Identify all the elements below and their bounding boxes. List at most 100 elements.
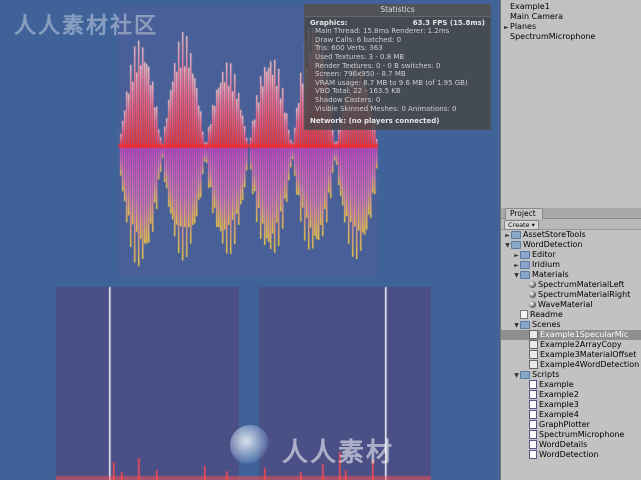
project-item-worddetection[interactable]: ▼ WordDetection — [501, 240, 641, 250]
statistics-title: Statistics — [305, 5, 490, 17]
project-item-assetstoretools[interactable]: ► AssetStoreTools — [501, 230, 641, 240]
project-tab-bar: Project — [501, 208, 641, 219]
project-item-label: Example4WordDetection — [540, 360, 640, 369]
stat-line: Used Textures: 3 - 0.8 MB — [315, 52, 405, 61]
script-icon — [529, 420, 537, 429]
project-item-materials[interactable]: ▼ Materials — [501, 270, 641, 280]
script-icon — [529, 400, 537, 409]
hierarchy-item-main-camera[interactable]: Main Camera — [501, 12, 641, 22]
project-item-spectrummaterialright[interactable]: SpectrumMaterialRight — [501, 290, 641, 300]
document-icon — [520, 310, 528, 319]
hierarchy-item-label: Planes — [510, 22, 537, 31]
scene-icon — [529, 330, 538, 339]
project-item-label: Example — [539, 380, 574, 389]
project-item-scenes[interactable]: ▼ Scenes — [501, 320, 641, 330]
hierarchy-item-planes[interactable]: ►Planes — [501, 22, 641, 32]
statistics-panel: Statistics Graphics: 63.3 FPS (15.8ms) M… — [304, 4, 491, 130]
network-status: Network: (no players connected) — [310, 117, 440, 126]
stat-line: VBO Total: 22 - 163.5 KB — [315, 87, 401, 96]
game-view[interactable]: 人人素材社区 人人素材 Statistics Graphics: 63.3 FP… — [0, 0, 500, 480]
project-item-worddetails[interactable]: WordDetails — [501, 440, 641, 450]
project-item-label: Iridium — [532, 260, 561, 269]
project-item-scripts[interactable]: ▼ Scripts — [501, 370, 641, 380]
hierarchy-item-example1[interactable]: Example1 — [501, 2, 641, 12]
project-item-label: Example3 — [539, 400, 579, 409]
folder-icon — [511, 230, 521, 239]
project-item-example4[interactable]: Example4 — [501, 410, 641, 420]
stat-line: Draw Calls: 6 batched: 0 — [315, 35, 402, 44]
project-item-label: GraphPlotter — [539, 420, 590, 429]
hierarchy-item-spectrum-microphone[interactable]: SpectrumMicrophone — [501, 32, 641, 42]
stat-line: Main Thread: 15.8ms Renderer: 1.2ms — [315, 27, 450, 36]
script-icon — [529, 440, 537, 449]
project-item-label: Readme — [530, 310, 563, 319]
project-item-label: Scripts — [532, 370, 560, 379]
scene-icon — [529, 360, 538, 369]
folder-icon — [520, 260, 530, 269]
project-item-label: Scenes — [532, 320, 561, 329]
project-item-label: WordDetails — [539, 440, 588, 449]
graphics-row: Graphics: 63.3 FPS (15.8ms) — [310, 19, 485, 28]
scene-icon — [529, 340, 538, 349]
material-sphere-icon — [529, 281, 536, 288]
stat-line: Render Textures: 0 - 0 B switches: 0 — [315, 61, 441, 70]
script-icon — [529, 380, 537, 389]
project-item-label: WaveMaterial — [538, 300, 593, 309]
project-item-label: Materials — [532, 270, 569, 279]
script-icon — [529, 430, 537, 439]
project-item-label: WordDetection — [539, 450, 599, 459]
project-item-example[interactable]: Example — [501, 380, 641, 390]
project-item-example4worddetection[interactable]: Example4WordDetection — [501, 360, 641, 370]
folder-icon — [520, 370, 530, 379]
project-tab-label: Project — [510, 209, 536, 218]
watermark-logo-icon — [230, 425, 270, 465]
project-item-label: SpectrumMaterialLeft — [538, 280, 625, 289]
script-icon — [529, 410, 537, 419]
project-item-label: Example3MaterialOffset — [540, 350, 637, 359]
project-tree: ► AssetStoreTools ▼ WordDetection ► Editor ► Ir… — [501, 230, 641, 460]
project-item-example2arraycopy[interactable]: Example2ArrayCopy — [501, 340, 641, 350]
project-panel: Project Create ▾ ► AssetStoreTools ▼ WordDe… — [500, 208, 641, 480]
graphics-label: Graphics: — [310, 18, 348, 27]
project-item-example1specularmic[interactable]: Example1SpecularMic — [501, 330, 641, 340]
material-sphere-icon — [529, 301, 536, 308]
project-item-graphplotter[interactable]: GraphPlotter — [501, 420, 641, 430]
project-item-label: WordDetection — [523, 240, 583, 249]
project-item-example3materialoffset[interactable]: Example3MaterialOffset — [501, 350, 641, 360]
stat-line: Visible Skinned Meshes: 0 Animations: 0 — [315, 104, 457, 113]
stat-line: Tris: 600 Verts: 363 — [315, 44, 383, 53]
material-sphere-icon — [529, 291, 536, 298]
project-item-label: Example1SpecularMic — [540, 330, 629, 339]
project-item-example2[interactable]: Example2 — [501, 390, 641, 400]
project-item-label: Example2ArrayCopy — [540, 340, 622, 349]
project-item-label: SpectrumMaterialRight — [538, 290, 631, 299]
project-item-readme[interactable]: Readme — [501, 310, 641, 320]
project-item-label: Example4 — [539, 410, 579, 419]
project-item-label: Editor — [532, 250, 556, 259]
project-toolbar: Create ▾ — [501, 219, 641, 230]
create-button[interactable]: Create ▾ — [504, 220, 539, 230]
scene-icon — [529, 350, 538, 359]
project-item-spectrummaterialleft[interactable]: SpectrumMaterialLeft — [501, 280, 641, 290]
stat-line: Screen: 796x950 - 8.7 MB — [315, 70, 406, 79]
create-button-label: Create — [508, 221, 530, 229]
project-item-spectrummicrophone[interactable]: SpectrumMicrophone — [501, 430, 641, 440]
project-item-editor[interactable]: ► Editor — [501, 250, 641, 260]
script-icon — [529, 450, 537, 459]
fps-readout: 63.3 FPS (15.8ms) — [412, 18, 485, 27]
folder-icon — [520, 250, 530, 259]
folder-icon — [520, 270, 530, 279]
project-item-label: Example2 — [539, 390, 579, 399]
project-item-worddetection[interactable]: WordDetection — [501, 450, 641, 460]
project-item-wavematerial[interactable]: WaveMaterial — [501, 300, 641, 310]
tab-project[interactable]: Project — [505, 208, 543, 219]
project-item-iridium[interactable]: ► Iridium — [501, 260, 641, 270]
script-icon — [529, 390, 537, 399]
project-item-example3[interactable]: Example3 — [501, 400, 641, 410]
project-item-label: SpectrumMicrophone — [539, 430, 625, 439]
folder-icon — [520, 320, 530, 329]
stat-line: Shadow Casters: 0 — [315, 95, 381, 104]
folder-icon — [511, 240, 521, 249]
project-item-label: AssetStoreTools — [523, 230, 586, 239]
stat-line: VRAM usage: 8.7 MB to 9.6 MB (of 1.95 GB… — [315, 78, 468, 87]
